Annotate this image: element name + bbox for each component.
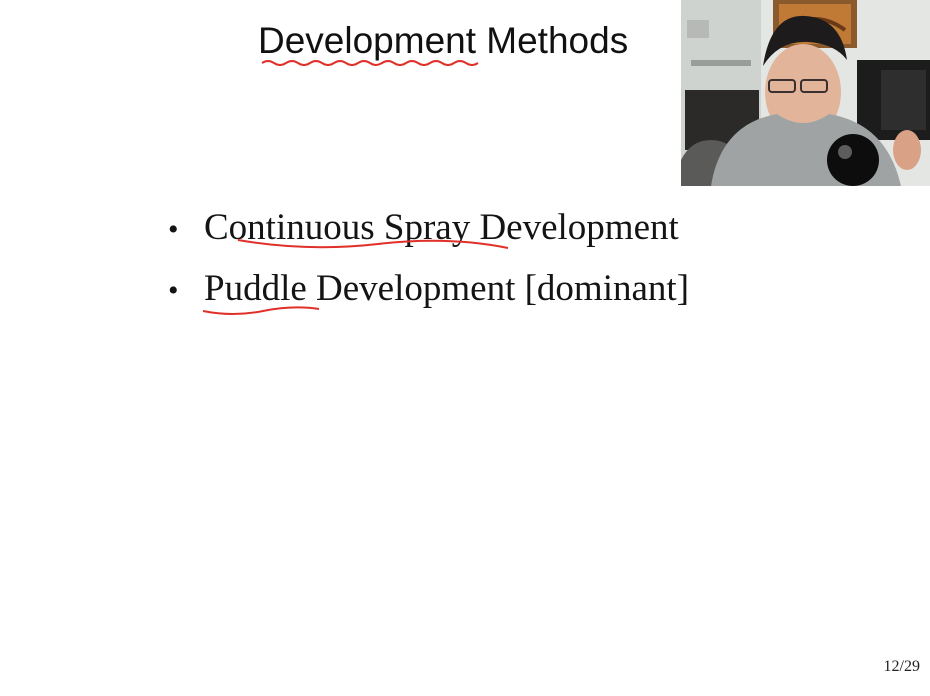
- bullet-text: Puddle Development [dominant]: [204, 268, 690, 309]
- bullet-marker: •: [168, 213, 179, 246]
- bullet-item-puddle: • Puddle Development [dominant]: [168, 267, 689, 328]
- bullet-text: Continuous Spray Development: [204, 207, 679, 248]
- presenter-video-image: [681, 0, 930, 186]
- bullet-list: • Continuous Spray Development • Puddle …: [168, 206, 689, 328]
- slide-title: Development Methods: [258, 20, 629, 61]
- presenter-video: [681, 0, 930, 186]
- bullet-marker: •: [168, 274, 179, 307]
- page-number: 12/29: [883, 658, 920, 675]
- bullet-item-continuous-spray: • Continuous Spray Development: [168, 206, 689, 267]
